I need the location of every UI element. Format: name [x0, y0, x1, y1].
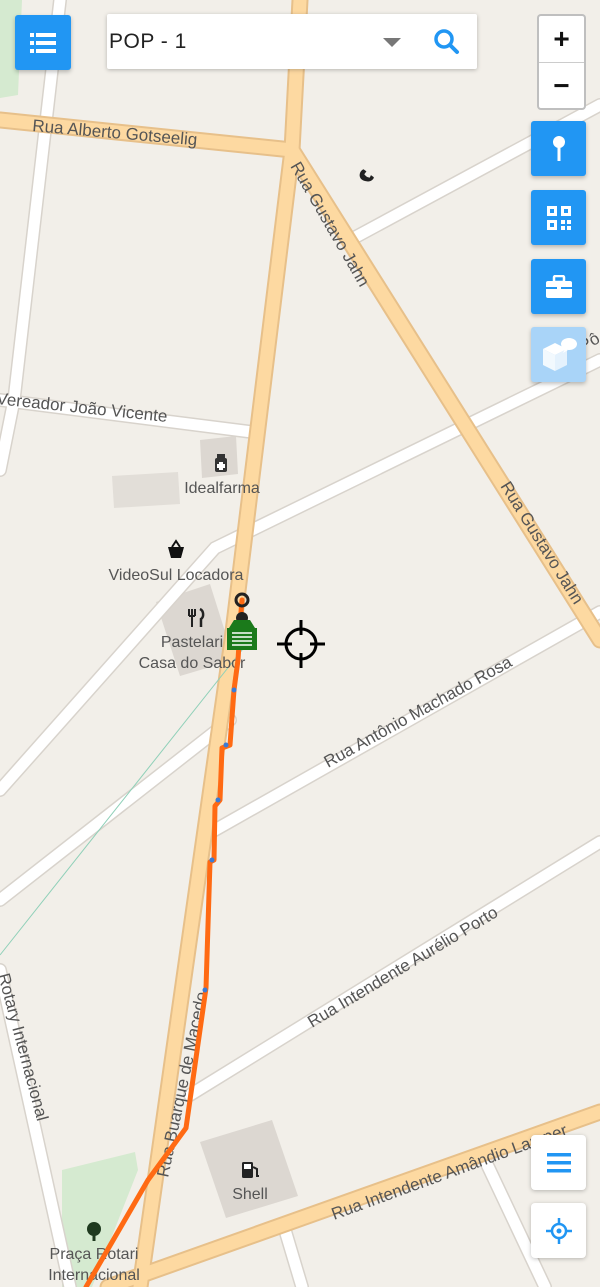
pop-select-value: POP - 1 [109, 29, 187, 53]
box-chat-button[interactable] [531, 327, 586, 382]
poi-label-praca-1: Praça Rotari [50, 1246, 139, 1263]
zoom-in-button[interactable]: + [539, 16, 584, 62]
search-icon [434, 29, 459, 54]
poi-label-pastel-1: Pastelari [161, 634, 223, 651]
box-chat-icon [542, 337, 577, 371]
menu-button[interactable] [15, 15, 71, 70]
list-icon [30, 32, 56, 53]
search-button[interactable] [431, 26, 463, 58]
briefcase-icon [545, 274, 572, 298]
map[interactable]: Rua Alberto Gotseelig Rua Gustavo Jahn R… [0, 0, 600, 1287]
pin-icon [552, 135, 565, 161]
poi-label-shell: Shell [232, 1186, 268, 1203]
building-farma-2 [112, 472, 180, 508]
zoom-control: + − [537, 14, 586, 110]
crosshair-icon [545, 1217, 572, 1244]
hamburger-icon [546, 1152, 571, 1172]
briefcase-button[interactable] [531, 259, 586, 314]
qr-code-button[interactable] [531, 190, 586, 245]
chevron-down-icon[interactable] [383, 38, 401, 47]
qr-code-icon [546, 205, 571, 230]
pop-search-bar: POP - 1 [107, 14, 477, 69]
poi-label-farma: Idealfarma [184, 480, 260, 497]
poi-label-video: VideoSul Locadora [109, 567, 244, 584]
poi-label-pastel-2: Casa do Sabor [139, 655, 246, 672]
layers-button[interactable] [531, 1135, 586, 1190]
pin-button[interactable] [531, 121, 586, 176]
zoom-out-button[interactable]: − [539, 63, 584, 109]
locate-button[interactable] [531, 1203, 586, 1258]
pop-select[interactable]: POP - 1 [107, 14, 417, 69]
